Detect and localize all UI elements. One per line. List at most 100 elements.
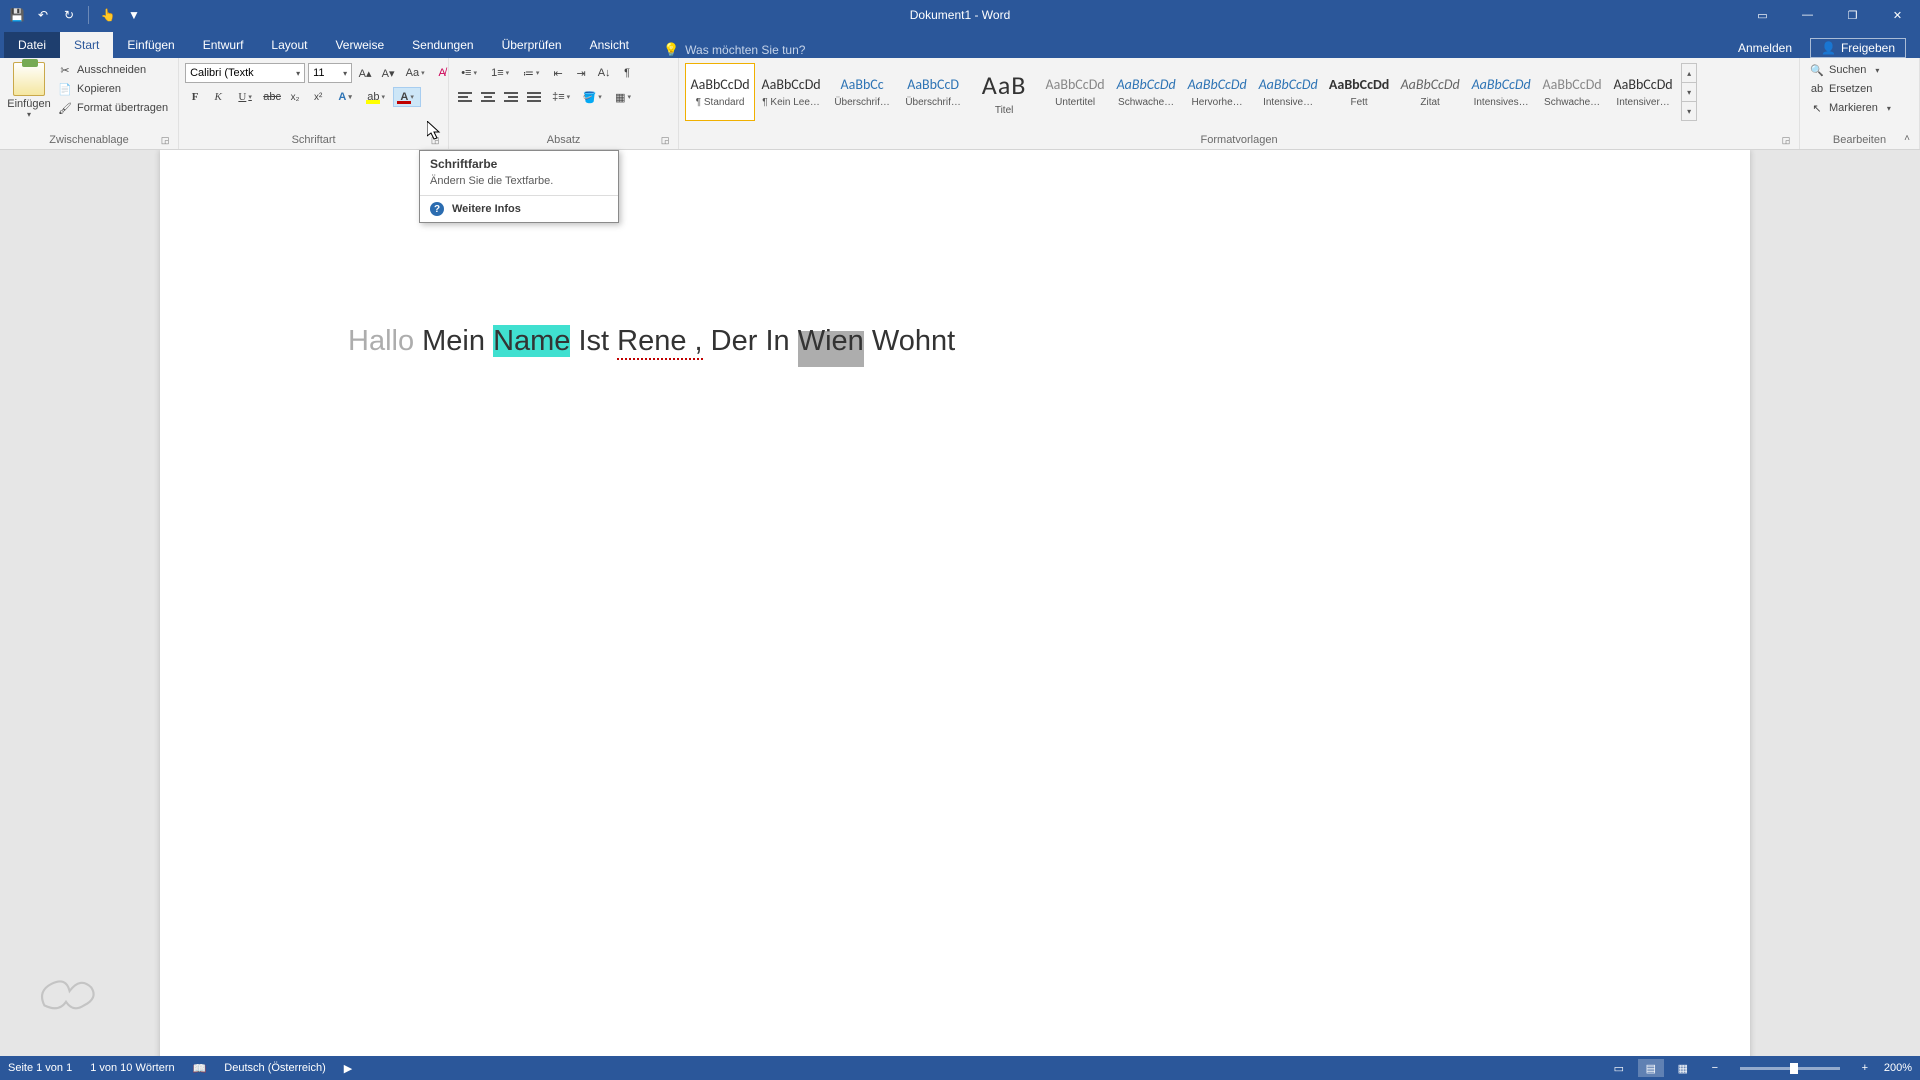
text-run[interactable]: Wohnt [864, 325, 955, 357]
text-run[interactable]: Hallo [348, 325, 414, 357]
touch-mode-icon[interactable]: 👆 [97, 4, 119, 26]
tab-mailings[interactable]: Sendungen [398, 32, 487, 58]
strike-button[interactable]: abc [262, 87, 282, 107]
document-text[interactable]: Hallo Mein Name Ist Rene , Der In Wien W… [348, 322, 955, 358]
italic-button[interactable]: K [208, 87, 228, 107]
style-tile[interactable]: AaBbCcDÜberschrif… [898, 63, 968, 121]
styles-expand-icon[interactable]: ▾ [1682, 102, 1696, 120]
style-tile[interactable]: AaBbCcDdIntensives… [1466, 63, 1536, 121]
spellcheck-icon[interactable]: 📖 [193, 1062, 207, 1075]
style-tile[interactable]: AaBbCcDdHervorhe… [1182, 63, 1252, 121]
style-tile[interactable]: AaBbCcDd¶ Standard [685, 63, 755, 121]
superscript-button[interactable]: x² [308, 87, 328, 107]
close-icon[interactable]: ✕ [1875, 0, 1920, 30]
increase-indent-button[interactable]: ⇥ [571, 63, 591, 83]
text-run[interactable]: Mein [414, 325, 493, 357]
font-name-combo[interactable]: Calibri (Textk▾ [185, 63, 305, 83]
format-painter-button[interactable]: 🖌Format übertragen [54, 100, 172, 116]
signin-link[interactable]: Anmelden [1738, 41, 1792, 55]
align-right-button[interactable] [501, 87, 521, 107]
text-effects-button[interactable]: A▾ [331, 87, 359, 107]
tab-design[interactable]: Entwurf [189, 32, 258, 58]
view-web-icon[interactable]: ▦ [1670, 1059, 1696, 1077]
undo-icon[interactable]: ↶ [32, 4, 54, 26]
scroll-up-icon[interactable]: ▴ [1682, 64, 1696, 83]
subscript-button[interactable]: x₂ [285, 87, 305, 107]
shading-button[interactable]: 🪣▾ [578, 87, 606, 107]
dialog-launcher-icon[interactable]: ◲ [658, 133, 672, 147]
text-run[interactable]: Der In [703, 325, 798, 357]
status-wordcount[interactable]: 1 von 10 Wörtern [90, 1062, 174, 1074]
macro-icon[interactable]: ▶ [344, 1062, 352, 1075]
view-print-icon[interactable]: ▤ [1638, 1059, 1664, 1077]
paste-button[interactable]: Einfügen ▾ [6, 60, 52, 119]
tab-file[interactable]: Datei [4, 32, 60, 58]
bold-button[interactable]: F [185, 87, 205, 107]
grow-font-button[interactable]: A▴ [355, 63, 375, 83]
style-tile[interactable]: AaBbCcDdUntertitel [1040, 63, 1110, 121]
zoom-level[interactable]: 200% [1884, 1062, 1912, 1074]
page[interactable]: Hallo Mein Name Ist Rene , Der In Wien W… [160, 150, 1750, 1056]
dialog-launcher-icon[interactable]: ◲ [1779, 133, 1793, 147]
style-tile[interactable]: AaBbCcDdIntensiver… [1608, 63, 1678, 121]
style-tile[interactable]: AaBbCcDdIntensive… [1253, 63, 1323, 121]
dialog-launcher-icon[interactable]: ◲ [428, 133, 442, 147]
style-tile[interactable]: AaBTitel [969, 63, 1039, 121]
underline-button[interactable]: U▾ [231, 87, 259, 107]
style-tile[interactable]: AaBbCcDdSchwache… [1111, 63, 1181, 121]
text-run[interactable]: Rene , [617, 325, 702, 360]
save-icon[interactable]: 💾 [6, 4, 28, 26]
style-tile[interactable]: AaBbCcDdZitat [1395, 63, 1465, 121]
highlight-button[interactable]: ab▾ [362, 87, 390, 107]
font-size-combo[interactable]: 11▾ [308, 63, 352, 83]
decrease-indent-button[interactable]: ⇤ [548, 63, 568, 83]
tab-layout[interactable]: Layout [257, 32, 321, 58]
styles-scrollbar[interactable]: ▴▾▾ [1681, 63, 1697, 121]
text-run[interactable]: Wien [798, 331, 864, 367]
style-tile[interactable]: AaBbCcDdFett [1324, 63, 1394, 121]
qat-dropdown-icon[interactable]: ▼ [123, 4, 145, 26]
shrink-font-button[interactable]: A▾ [378, 63, 398, 83]
tooltip-more-info[interactable]: ? Weitere Infos [420, 196, 618, 222]
tell-me-search[interactable]: 💡 Was möchten Sie tun? [663, 42, 805, 58]
status-language[interactable]: Deutsch (Österreich) [224, 1062, 325, 1074]
redo-icon[interactable]: ↻ [58, 4, 80, 26]
tab-review[interactable]: Überprüfen [488, 32, 576, 58]
tab-insert[interactable]: Einfügen [113, 32, 188, 58]
style-tile[interactable]: AaBbCcDdSchwache… [1537, 63, 1607, 121]
ribbon-options-icon[interactable]: ▭ [1740, 0, 1785, 30]
dialog-launcher-icon[interactable]: ◲ [158, 133, 172, 147]
style-tile[interactable]: AaBbCcDd¶ Kein Lee… [756, 63, 826, 121]
share-button[interactable]: 👤 Freigeben [1810, 38, 1906, 58]
tab-start[interactable]: Start [60, 32, 113, 58]
font-color-button[interactable]: A▾ [393, 87, 421, 107]
collapse-ribbon-icon[interactable]: ˄ [1898, 131, 1916, 145]
status-page[interactable]: Seite 1 von 1 [8, 1062, 72, 1074]
cut-button[interactable]: ✂Ausschneiden [54, 62, 172, 78]
view-read-icon[interactable]: ▭ [1606, 1059, 1632, 1077]
numbering-button[interactable]: 1≡▾ [486, 63, 514, 83]
bullets-button[interactable]: •≡▾ [455, 63, 483, 83]
change-case-button[interactable]: Aa▾ [401, 63, 429, 83]
justify-button[interactable] [524, 87, 544, 107]
select-button[interactable]: ↖Markieren▾ [1806, 100, 1895, 116]
minimize-icon[interactable]: — [1785, 0, 1830, 30]
align-center-button[interactable] [478, 87, 498, 107]
text-run[interactable]: Name [493, 325, 570, 357]
align-left-button[interactable] [455, 87, 475, 107]
sort-button[interactable]: A↓ [594, 63, 614, 83]
zoom-in-icon[interactable]: + [1852, 1059, 1878, 1077]
maximize-icon[interactable]: ❐ [1830, 0, 1875, 30]
tab-references[interactable]: Verweise [321, 32, 398, 58]
style-tile[interactable]: AaBbCcÜberschrif… [827, 63, 897, 121]
zoom-out-icon[interactable]: − [1702, 1059, 1728, 1077]
borders-button[interactable]: ▦▾ [609, 87, 637, 107]
replace-button[interactable]: abErsetzen [1806, 81, 1895, 97]
copy-button[interactable]: 📄Kopieren [54, 81, 172, 97]
multilevel-button[interactable]: ≔▾ [517, 63, 545, 83]
text-run[interactable]: Ist [570, 325, 617, 357]
line-spacing-button[interactable]: ‡≡▾ [547, 87, 575, 107]
zoom-slider[interactable] [1740, 1067, 1840, 1070]
scroll-down-icon[interactable]: ▾ [1682, 83, 1696, 102]
find-button[interactable]: 🔍Suchen▾ [1806, 62, 1895, 78]
